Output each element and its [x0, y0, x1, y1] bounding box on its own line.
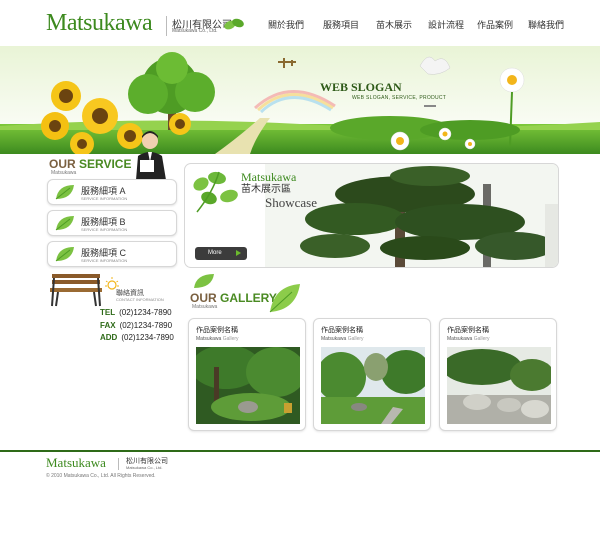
more-button[interactable]: More — [195, 247, 247, 260]
gallery-subtitle: Matsukawa — [192, 304, 218, 310]
service-item-sub: SERVICE INFORMATION — [81, 196, 128, 201]
banner-slogan-sub: WEB SLOGAN, SERVICE, PRODUCT — [352, 95, 447, 101]
contact-subtitle: CONTACT INFORMATION — [116, 297, 164, 302]
gallery-title: OUR GALLERY — [190, 291, 277, 305]
nav-design-process[interactable]: 設計流程 — [428, 18, 464, 31]
gallery-photo — [321, 347, 425, 424]
footer-divider — [0, 450, 600, 452]
showcase-panel: Matsukawa 苗木展示區 Showcase More — [184, 163, 559, 268]
gallery-card-2[interactable]: 作品案例名稱 Matsukawa Gallery — [313, 318, 431, 431]
leaf-icon — [55, 216, 74, 231]
gallery-card-title: 作品案例名稱 — [321, 327, 363, 334]
service-item-a[interactable]: 服務細項 A SERVICE INFORMATION — [47, 179, 177, 205]
leaf-icon — [194, 274, 214, 288]
service-item-b[interactable]: 服務細項 B SERVICE INFORMATION — [47, 210, 177, 236]
gallery-card-category: Matsukawa Gallery — [321, 336, 364, 342]
leaf-icon — [55, 185, 74, 200]
gallery-card-category: Matsukawa Gallery — [196, 336, 239, 342]
gallery-card-category: Matsukawa Gallery — [447, 336, 490, 342]
contact-fax: FAX (02)1234-7890 — [100, 321, 173, 330]
gallery-card-title: 作品案例名稱 — [447, 327, 489, 334]
nav-services[interactable]: 服務項目 — [323, 18, 359, 31]
leaf-icon — [55, 247, 74, 262]
gallery-photo — [447, 347, 551, 424]
nav-seedlings[interactable]: 苗木展示 — [376, 18, 412, 31]
footer-logo: Matsukawa — [46, 455, 106, 470]
showcase-leaf-icon — [193, 171, 238, 213]
service-subtitle: Matsukawa — [51, 170, 77, 176]
service-item-sub: SERVICE INFORMATION — [81, 227, 128, 232]
leaf-icon — [224, 18, 244, 30]
hero-banner: WEB SLOGAN WEB SLOGAN, SERVICE, PRODUCT — [0, 46, 600, 154]
gallery-card-1[interactable]: 作品案例名稱 Matsukawa Gallery — [188, 318, 306, 431]
banner-illustration — [0, 46, 600, 154]
footer-company-en: Matsukawa Co., Ltd. — [126, 465, 163, 470]
showcase-title-en: Showcase — [265, 195, 317, 210]
service-item-sub: SERVICE INFORMATION — [81, 258, 128, 263]
contact-address: ADD (02)1234-7890 — [100, 333, 174, 342]
gallery-card-3[interactable]: 作品案例名稱 Matsukawa Gallery — [439, 318, 557, 431]
header: Matsukawa 松川有限公司 Matsukawa Co., Ltd. 關於我… — [0, 0, 600, 46]
bench-icon — [50, 274, 102, 307]
logo-divider — [166, 16, 167, 36]
nav-about[interactable]: 關於我們 — [268, 18, 304, 31]
gallery-photo — [196, 347, 300, 424]
showcase-title-cn: 苗木展示區 — [241, 184, 291, 195]
footer-copyright: © 2010 Matsukawa Co., Ltd. All Rights Re… — [46, 473, 156, 479]
gallery-leaf-icon — [269, 284, 300, 313]
contact-tel: TEL (02)1234-7890 — [100, 308, 172, 317]
service-person-figure — [136, 131, 166, 180]
service-title: OUR SERVICE — [49, 157, 132, 171]
nav-portfolio[interactable]: 作品案例 — [477, 18, 513, 31]
site-logo[interactable]: Matsukawa — [46, 10, 153, 37]
nav-contact[interactable]: 聯絡我們 — [528, 18, 564, 31]
banner-slogan: WEB SLOGAN — [320, 80, 402, 94]
gallery-card-title: 作品案例名稱 — [196, 327, 238, 334]
footer-logo-divider — [118, 458, 119, 470]
service-item-c[interactable]: 服務細項 C SERVICE INFORMATION — [47, 241, 177, 267]
company-name-en: Matsukawa Co., Ltd. — [172, 28, 218, 34]
